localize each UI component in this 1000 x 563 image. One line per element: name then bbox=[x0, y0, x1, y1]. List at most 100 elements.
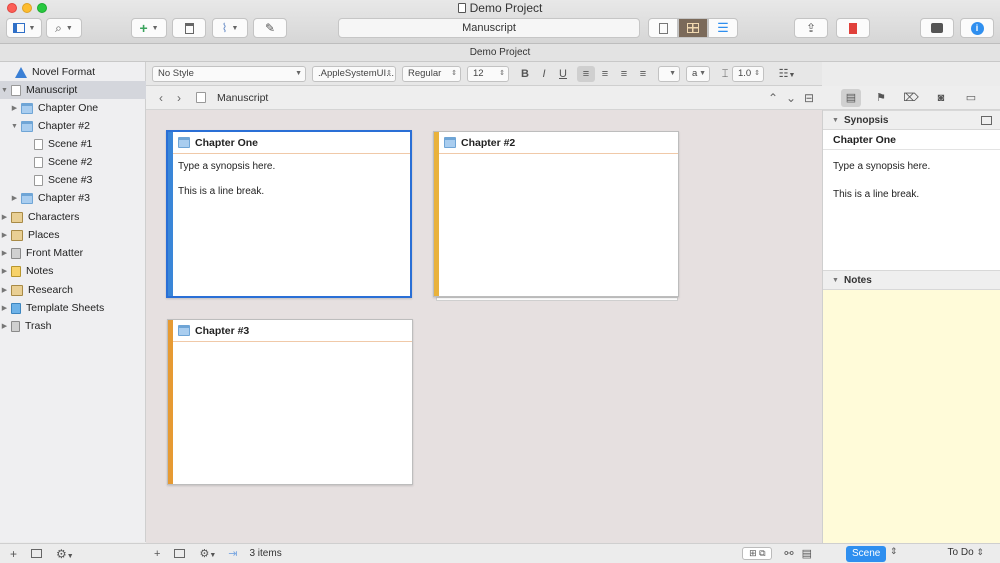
disclosure-open-icon[interactable]: ▼ bbox=[831, 117, 840, 124]
image-icon[interactable] bbox=[981, 115, 992, 125]
binder-item-scene-3[interactable]: Scene #3 bbox=[0, 171, 146, 189]
disclosure-closed-icon[interactable]: ▶ bbox=[0, 231, 9, 239]
view-mode-corkboard-button[interactable] bbox=[678, 18, 708, 38]
card-synopsis[interactable] bbox=[434, 154, 678, 166]
index-card-chapter-2[interactable]: Chapter #2 bbox=[433, 131, 679, 297]
binder-item-characters[interactable]: ▶ Characters bbox=[0, 208, 146, 226]
card-title[interactable]: Chapter #2 bbox=[434, 132, 678, 154]
card-synopsis[interactable]: Type a synopsis here. This is a line bre… bbox=[168, 154, 410, 216]
italic-button[interactable]: I bbox=[535, 66, 553, 82]
tab-bookmarks[interactable]: ⚑ bbox=[871, 89, 891, 107]
index-card-chapter-3[interactable]: Chapter #3 bbox=[167, 319, 413, 485]
view-mode-outline-button[interactable]: ☰ bbox=[708, 18, 738, 38]
next-document-button[interactable]: ⌄ bbox=[782, 91, 800, 105]
disclosure-open-icon[interactable]: ▼ bbox=[10, 123, 19, 130]
highlight-color-select[interactable]: a ▼ bbox=[686, 66, 710, 82]
notes-text-area[interactable] bbox=[823, 290, 1000, 543]
previous-document-button[interactable]: ⌃ bbox=[764, 91, 782, 105]
forward-button[interactable]: › bbox=[170, 91, 188, 105]
gear-icon[interactable]: ⚙▼ bbox=[56, 547, 74, 561]
disclosure-open-icon[interactable]: ▼ bbox=[831, 277, 840, 284]
card-title[interactable]: Chapter One bbox=[168, 132, 410, 154]
status-select[interactable]: Scene bbox=[846, 546, 887, 562]
editor-title-field[interactable]: Manuscript bbox=[338, 18, 640, 38]
back-button[interactable]: ‹ bbox=[152, 91, 170, 105]
label-select[interactable]: To Do ⇕ bbox=[948, 547, 984, 558]
underline-button[interactable]: U bbox=[554, 66, 572, 82]
tab-snapshots[interactable]: ◙ bbox=[931, 89, 951, 107]
tab-metadata[interactable]: ⌦ bbox=[901, 89, 921, 107]
search-button[interactable]: ⌕ ▼ bbox=[46, 18, 82, 38]
project-title-bar: Demo Project bbox=[0, 44, 1000, 62]
synopsis-section-header[interactable]: ▼ Synopsis bbox=[823, 110, 1000, 130]
disclosure-closed-icon[interactable]: ▶ bbox=[0, 322, 9, 330]
split-editor-button[interactable]: ⊟ bbox=[800, 91, 818, 105]
binder-item-places[interactable]: ▶ Places bbox=[0, 226, 146, 244]
corkboard-options-icon[interactable]: ⚯ bbox=[784, 547, 793, 560]
window-toolbar: Demo Project ▼ ⌕ ▼ + ▼ ⌇ ▼ ✎ Manuscript ☰ ⇪… bbox=[0, 0, 1000, 44]
synopsis-title[interactable]: Chapter One bbox=[823, 130, 1000, 150]
binder-item-label: Novel Format bbox=[32, 66, 96, 78]
add-folder-icon[interactable] bbox=[174, 549, 186, 558]
disclosure-closed-icon[interactable]: ▶ bbox=[0, 304, 9, 312]
share-button[interactable]: ⇪ bbox=[794, 18, 828, 38]
card-title[interactable]: Chapter #3 bbox=[168, 320, 412, 342]
gear-icon[interactable]: ⚙▼ bbox=[199, 547, 216, 560]
binder-item-research[interactable]: ▶ Research bbox=[0, 281, 146, 299]
attachment-button[interactable]: ⌇ ▼ bbox=[212, 18, 248, 38]
quick-reference-button[interactable] bbox=[920, 18, 954, 38]
research-icon bbox=[11, 284, 23, 296]
view-layout-button[interactable]: ▼ bbox=[6, 18, 42, 38]
tab-notes[interactable]: ▤ bbox=[841, 88, 861, 107]
folder-icon bbox=[21, 102, 33, 114]
binder-item-notes[interactable]: ▶ Notes bbox=[0, 262, 146, 280]
disclosure-closed-icon[interactable]: ▶ bbox=[0, 267, 9, 275]
add-icon[interactable]: + bbox=[10, 547, 17, 561]
add-icon[interactable]: + bbox=[154, 548, 160, 560]
binder-item-label: Research bbox=[28, 284, 73, 296]
binder-item-chapter-one[interactable]: ▶ Chapter One bbox=[0, 99, 146, 117]
text-color-select[interactable]: ▼ bbox=[658, 66, 680, 82]
move-icon[interactable]: ⇥ bbox=[228, 547, 237, 560]
align-justify-button[interactable]: ≡ bbox=[634, 66, 652, 82]
synopsis-text[interactable]: Type a synopsis here. This is a line bre… bbox=[833, 160, 993, 216]
notes-section-header[interactable]: ▼ Notes bbox=[823, 270, 1000, 290]
trash-button[interactable] bbox=[172, 18, 206, 38]
index-card-chapter-one[interactable]: Chapter One Type a synopsis here. This i… bbox=[166, 130, 412, 298]
card-synopsis[interactable] bbox=[168, 342, 412, 354]
list-style-button[interactable]: ☷▼ bbox=[774, 66, 800, 82]
binder-item-trash[interactable]: ▶ Trash bbox=[0, 317, 146, 335]
disclosure-closed-icon[interactable]: ▶ bbox=[0, 286, 9, 294]
bold-button[interactable]: B bbox=[516, 66, 534, 82]
inspector-button[interactable]: i bbox=[960, 18, 994, 38]
add-item-button[interactable]: + ▼ bbox=[131, 18, 167, 38]
label-colors-icon[interactable]: ▤ bbox=[802, 547, 812, 560]
binder-item-manuscript[interactable]: ▼ Manuscript bbox=[0, 81, 146, 99]
binder-item-novel-format[interactable]: Novel Format bbox=[0, 63, 146, 81]
font-family-select[interactable]: .AppleSystemUI... ⇕ bbox=[312, 66, 396, 82]
align-center-button[interactable]: ≡ bbox=[596, 66, 614, 82]
binder-item-front-matter[interactable]: ▶ Front Matter bbox=[0, 244, 146, 262]
compose-button[interactable]: ✎ bbox=[253, 18, 287, 38]
disclosure-closed-icon[interactable]: ▶ bbox=[0, 213, 9, 221]
corkboard-layout-toggle[interactable]: ⊞ ⧉ bbox=[742, 547, 773, 560]
binder-item-scene-1[interactable]: Scene #1 bbox=[0, 135, 146, 153]
align-left-button[interactable]: ≡ bbox=[577, 66, 595, 82]
font-weight-select[interactable]: Regular ⇕ bbox=[402, 66, 461, 82]
add-folder-icon[interactable] bbox=[31, 549, 43, 558]
disclosure-closed-icon[interactable]: ▶ bbox=[10, 104, 19, 112]
align-right-button[interactable]: ≡ bbox=[615, 66, 633, 82]
disclosure-closed-icon[interactable]: ▶ bbox=[10, 194, 19, 202]
paragraph-style-select[interactable]: No Style ▼ bbox=[152, 66, 306, 82]
binder-item-chapter-3[interactable]: ▶ Chapter #3 bbox=[0, 189, 146, 207]
binder-item-chapter-2[interactable]: ▼ Chapter #2 bbox=[0, 117, 146, 135]
font-size-select[interactable]: 12 ⇕ bbox=[467, 66, 509, 82]
binder-item-template-sheets[interactable]: ▶ Template Sheets bbox=[0, 299, 146, 317]
line-spacing-select[interactable]: 1.0 ⇕ bbox=[732, 66, 764, 82]
disclosure-closed-icon[interactable]: ▶ bbox=[0, 249, 9, 257]
binder-item-scene-2[interactable]: Scene #2 bbox=[0, 153, 146, 171]
tab-comments[interactable]: ▭ bbox=[961, 89, 981, 107]
bookmark-button[interactable] bbox=[836, 18, 870, 38]
view-mode-document-button[interactable] bbox=[648, 18, 678, 38]
disclosure-open-icon[interactable]: ▼ bbox=[0, 87, 9, 94]
